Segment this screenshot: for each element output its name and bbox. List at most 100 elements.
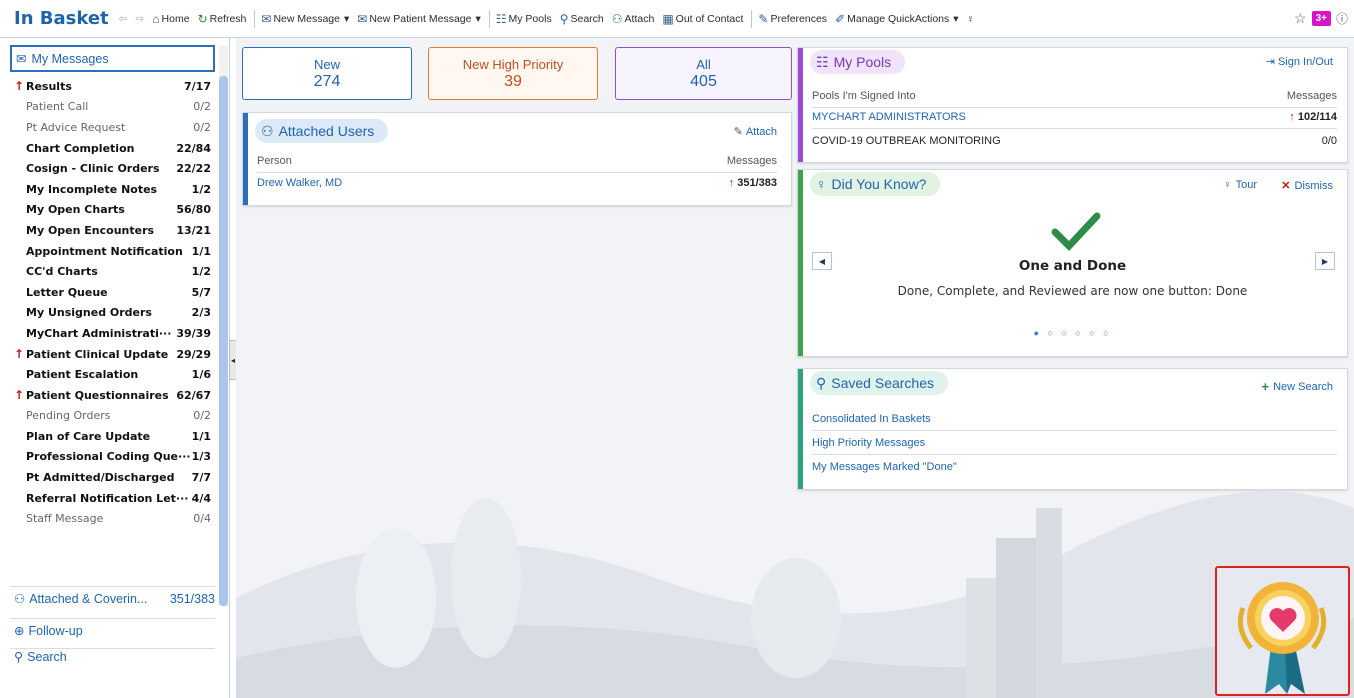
my-pools-button[interactable]: ☷ My Pools: [496, 12, 552, 26]
my-pools-card: ☷ My Pools ⇥ Sign In/Out Pools I'm Signed …: [797, 47, 1348, 163]
pencil-icon: ✎: [733, 126, 743, 138]
award-badge-frame[interactable]: [1215, 566, 1350, 696]
pencil-icon: ✐: [835, 11, 846, 26]
folder-name: My Unsigned Orders: [26, 306, 152, 320]
saved-search-item[interactable]: My Messages Marked "Done": [812, 461, 957, 473]
sidebar-folder-item[interactable]: My Open Encounters 13/21: [10, 220, 215, 241]
saved-search-item[interactable]: Consolidated In Baskets: [812, 413, 931, 425]
sidebar-folder-item[interactable]: Staff Message 0/4: [10, 508, 215, 529]
sidebar-folder-item[interactable]: My Unsigned Orders 2/3: [10, 303, 215, 324]
envelope-icon: ✉: [357, 11, 368, 26]
folder-list: ↑ Results 7/17 Patient Call 0/2 Pt Advice Req…: [10, 76, 215, 529]
chevron-down-icon[interactable]: ▾: [344, 13, 349, 25]
pool-row[interactable]: COVID-19 OUTBREAK MONITORING 0/0: [812, 135, 1337, 147]
attached-users-icon: ⚇: [14, 592, 26, 606]
divider: [254, 9, 256, 28]
sidebar-folder-item[interactable]: MyChart Administrati··· 39/39: [10, 323, 215, 344]
sidebar-folder-item[interactable]: Pt Advice Request 0/2: [10, 117, 215, 138]
my-messages-header[interactable]: ✉ My Messages: [10, 45, 215, 72]
scrollbar-thumb[interactable]: [219, 76, 228, 606]
home-button[interactable]: ⌂ Home: [152, 12, 189, 26]
search-button[interactable]: ⚲ Search: [560, 12, 604, 26]
folder-count: 56/80: [176, 203, 211, 217]
attach-link[interactable]: ✎ Attach: [733, 125, 777, 139]
sidebar-folder-item[interactable]: Pending Orders 0/2: [10, 406, 215, 427]
saved-search-item[interactable]: High Priority Messages: [812, 437, 925, 449]
folder-name: Appointment Notification: [26, 244, 183, 258]
folder-count: 1/3: [191, 450, 211, 464]
sidebar-folder-item[interactable]: Chart Completion 22/84: [10, 138, 215, 159]
lightbulb-icon: ♀: [1223, 179, 1232, 191]
app-title: In Basket: [14, 8, 109, 29]
lightbulb-icon[interactable]: ♀: [967, 13, 975, 25]
new-count-tile[interactable]: New 274: [242, 47, 412, 100]
back-arrow-icon[interactable]: ⇦: [119, 13, 128, 25]
attached-covering-section[interactable]: ⚇ Attached & Coverin... 351/383: [10, 586, 215, 610]
help-icon[interactable]: ⓘ: [1336, 10, 1348, 27]
forward-arrow-icon[interactable]: ⇨: [135, 13, 144, 25]
notification-badge[interactable]: 3+: [1311, 11, 1331, 26]
sidebar-folder-item[interactable]: Cosign - Clinic Orders 22/22: [10, 158, 215, 179]
folder-name: Patient Clinical Update: [26, 347, 169, 361]
sign-in-out-link[interactable]: ⇥ Sign In/Out: [1266, 55, 1333, 69]
card-stripe: [243, 113, 248, 205]
all-count-tile[interactable]: All 405: [615, 47, 792, 100]
inbox-icon: ✉: [16, 52, 27, 66]
follow-up-section[interactable]: ⊕ Follow-up: [10, 618, 215, 642]
scrollbar[interactable]: [219, 46, 228, 606]
pool-row[interactable]: MYCHART ADMINISTRATORS ↑ 102/114: [812, 111, 1337, 123]
refresh-button[interactable]: ↻ Refresh: [198, 12, 247, 26]
plus-icon: +: [1261, 379, 1270, 394]
search-section[interactable]: ⚲ Search: [10, 648, 215, 664]
envelope-icon: ✉: [261, 11, 272, 26]
sidebar-folder-item[interactable]: Appointment Notification 1/1: [10, 241, 215, 262]
new-patient-message-button[interactable]: ✉ New Patient Message ▾: [357, 12, 480, 26]
refresh-icon: ↻: [197, 11, 208, 26]
sidebar-folder-item[interactable]: Pt Admitted/Discharged 7/7: [10, 467, 215, 488]
folder-count: 1/1: [191, 429, 211, 443]
attached-user-row[interactable]: Drew Walker, MD ↑ 351/383: [257, 177, 777, 189]
folder-count: 0/2: [193, 100, 211, 114]
preferences-button[interactable]: ✎ Preferences: [758, 12, 827, 26]
manage-quickactions-button[interactable]: ✐ Manage QuickActions ▾: [835, 12, 958, 26]
sidebar-folder-item[interactable]: Referral Notification Let··· 4/4: [10, 488, 215, 509]
folder-count: 7/17: [184, 79, 211, 93]
folder-count: 39/39: [176, 326, 211, 340]
sidebar-folder-item[interactable]: ↑ Results 7/17: [10, 76, 215, 97]
new-high-priority-tile[interactable]: New High Priority 39: [428, 47, 598, 100]
pools-header-row: Pools I'm Signed Into Messages: [812, 90, 1337, 102]
search-icon: ⚲: [14, 650, 24, 664]
sidebar-folder-item[interactable]: Letter Queue 5/7: [10, 282, 215, 303]
folder-count: 2/3: [191, 306, 211, 320]
sidebar-folder-item[interactable]: Patient Escalation 1/6: [10, 364, 215, 385]
chevron-down-icon[interactable]: ▾: [475, 13, 480, 25]
sidebar-folder-item[interactable]: My Open Charts 56/80: [10, 200, 215, 221]
new-message-button[interactable]: ✉ New Message ▾: [261, 12, 349, 26]
dismiss-link[interactable]: ✕ Dismiss: [1281, 179, 1333, 193]
attached-users-header-row: Person Messages: [257, 155, 777, 167]
out-of-contact-button[interactable]: ▦ Out of Contact: [662, 12, 743, 26]
tour-link[interactable]: ♀ Tour: [1223, 179, 1257, 191]
new-search-link[interactable]: + New Search: [1261, 379, 1333, 394]
chevron-down-icon[interactable]: ▾: [953, 13, 958, 25]
folder-name: CC'd Charts: [26, 265, 98, 279]
divider: [812, 430, 1337, 431]
sidebar-folder-item[interactable]: Plan of Care Update 1/1: [10, 426, 215, 447]
sidebar-folder-item[interactable]: CC'd Charts 1/2: [10, 261, 215, 282]
star-icon[interactable]: ☆: [1294, 10, 1307, 27]
sidebar-folder-item[interactable]: My Incomplete Notes 1/2: [10, 179, 215, 200]
carousel-dots[interactable]: ● ○ ○ ○ ○ ○: [798, 328, 1347, 338]
folder-count: 1/2: [191, 182, 211, 196]
calendar-icon: ▦: [662, 11, 674, 26]
sidebar-folder-item[interactable]: ↑ Patient Questionnaires 62/67: [10, 385, 215, 406]
pools-icon: ☷: [816, 53, 829, 70]
sidebar-folder-item[interactable]: Professional Coding Que··· 1/3: [10, 447, 215, 468]
attach-button[interactable]: ⚇ Attach: [612, 12, 655, 26]
sidebar-folder-item[interactable]: ↑ Patient Clinical Update 29/29: [10, 344, 215, 365]
folder-count: 5/7: [191, 285, 211, 299]
folder-name: Pending Orders: [26, 409, 111, 423]
folder-count: 7/7: [191, 471, 211, 485]
folder-name: Letter Queue: [26, 285, 108, 299]
sidebar-folder-item[interactable]: Patient Call 0/2: [10, 97, 215, 118]
close-icon: ✕: [1281, 180, 1291, 192]
